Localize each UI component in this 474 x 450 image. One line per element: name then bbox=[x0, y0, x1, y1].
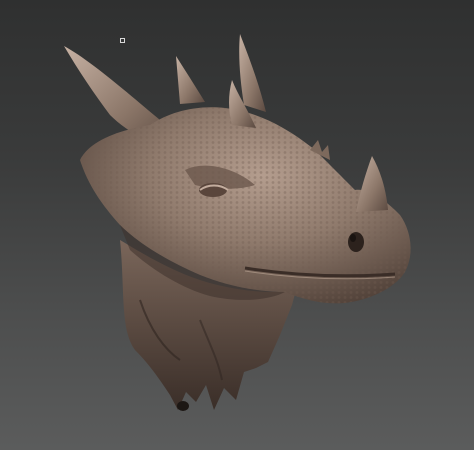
pivot-marker-icon bbox=[120, 38, 125, 43]
nostril bbox=[348, 232, 364, 252]
dragon-head-sculpt bbox=[64, 34, 411, 411]
sculpt-viewport[interactable] bbox=[0, 0, 474, 450]
spike-small bbox=[176, 56, 205, 104]
nose-horn bbox=[356, 156, 388, 212]
spike-tall bbox=[239, 34, 266, 112]
